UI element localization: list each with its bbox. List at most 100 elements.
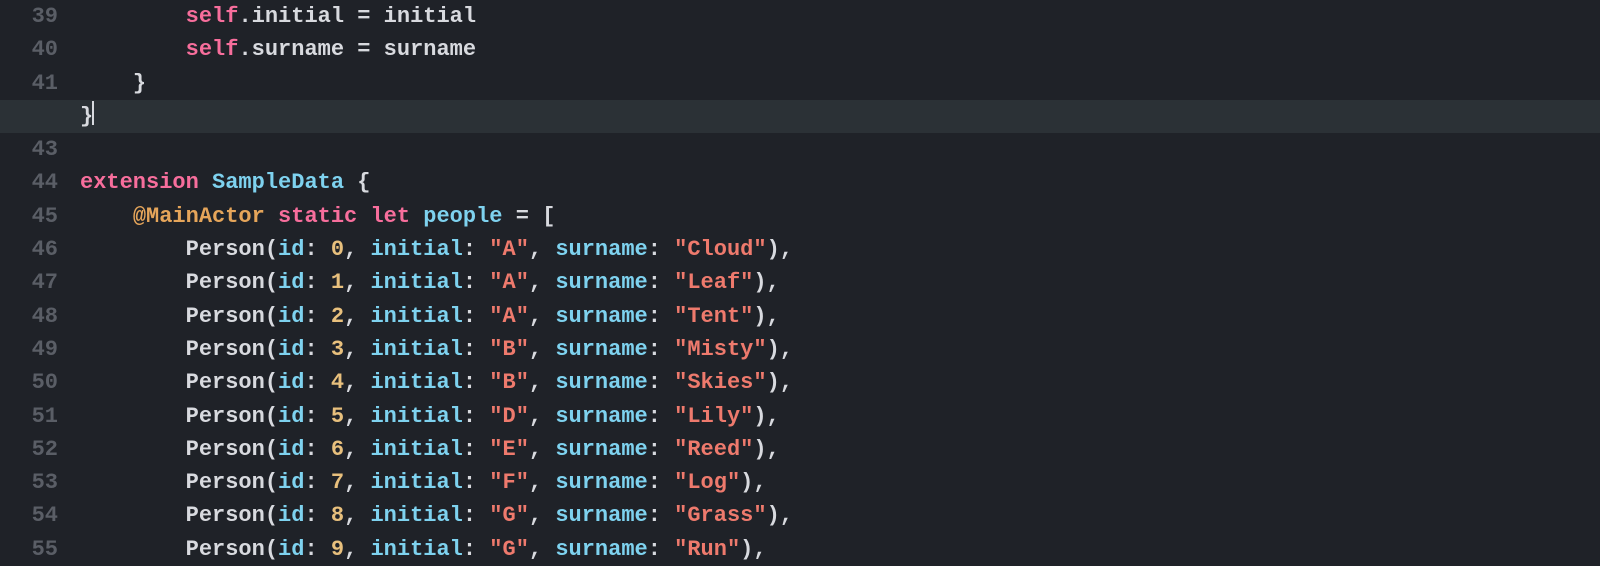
code-line[interactable] xyxy=(68,133,1600,166)
colon: : xyxy=(648,537,674,562)
comma: , xyxy=(344,537,370,562)
brace-close: } xyxy=(133,71,146,96)
code-line[interactable]: Person(id: 8, initial: "G", surname: "Gr… xyxy=(68,499,1600,532)
code-line[interactable]: } xyxy=(68,100,1600,133)
code-line[interactable]: Person(id: 2, initial: "A", surname: "Te… xyxy=(68,300,1600,333)
code-line[interactable]: Person(id: 5, initial: "D", surname: "Li… xyxy=(68,400,1600,433)
number-literal: 3 xyxy=(331,337,344,362)
type-person: Person xyxy=(186,237,265,262)
code-line[interactable]: self.surname = surname xyxy=(68,33,1600,66)
arg-label-id: id xyxy=(278,470,304,495)
line-number: 50 xyxy=(0,366,58,399)
code-line[interactable]: Person(id: 6, initial: "E", surname: "Re… xyxy=(68,433,1600,466)
arg-label-surname: surname xyxy=(555,537,647,562)
string-literal: "G" xyxy=(489,503,529,528)
code-line[interactable]: extension SampleData { xyxy=(68,166,1600,199)
string-literal: "Leaf" xyxy=(674,270,753,295)
number-literal: 6 xyxy=(331,437,344,462)
arg-label-id: id xyxy=(278,237,304,262)
arg-label-initial: initial xyxy=(370,304,462,329)
comma: , xyxy=(344,404,370,429)
code-line[interactable]: Person(id: 0, initial: "A", surname: "Cl… xyxy=(68,233,1600,266)
number-literal: 8 xyxy=(331,503,344,528)
arg-label-id: id xyxy=(278,337,304,362)
string-literal: "A" xyxy=(489,237,529,262)
vertical-scrollbar[interactable] xyxy=(1584,0,1598,560)
colon: : xyxy=(463,270,489,295)
comma: , xyxy=(529,237,555,262)
code-editor[interactable]: 3940414243444546474849505152535455 self.… xyxy=(0,0,1600,560)
identifier-people: people xyxy=(423,204,502,229)
text-cursor xyxy=(92,101,94,125)
code-line[interactable]: self.initial = initial xyxy=(68,0,1600,33)
line-number: 55 xyxy=(0,533,58,566)
line-number: 49 xyxy=(0,333,58,366)
line-number-gutter: 3940414243444546474849505152535455 xyxy=(0,0,68,560)
string-literal: "Reed" xyxy=(674,437,753,462)
code-line[interactable]: Person(id: 4, initial: "B", surname: "Sk… xyxy=(68,366,1600,399)
colon: : xyxy=(463,404,489,429)
colon: : xyxy=(648,270,674,295)
comma: , xyxy=(529,404,555,429)
arg-label-initial: initial xyxy=(370,437,462,462)
arg-label-id: id xyxy=(278,270,304,295)
type-person: Person xyxy=(186,470,265,495)
line-number: 47 xyxy=(0,266,58,299)
line-number: 43 xyxy=(0,133,58,166)
number-literal: 9 xyxy=(331,537,344,562)
rparen-comma: ), xyxy=(767,337,793,362)
string-literal: "Run" xyxy=(674,537,740,562)
arg-label-initial: initial xyxy=(370,237,462,262)
assign: = xyxy=(344,4,384,29)
comma: , xyxy=(529,304,555,329)
code-line[interactable]: @MainActor static let people = [ xyxy=(68,200,1600,233)
colon: : xyxy=(648,404,674,429)
string-literal: "Tent" xyxy=(674,304,753,329)
colon: : xyxy=(648,304,674,329)
keyword-self: self xyxy=(186,37,239,62)
type-person: Person xyxy=(186,404,265,429)
colon: : xyxy=(463,437,489,462)
arg-label-id: id xyxy=(278,503,304,528)
line-number: 41 xyxy=(0,67,58,100)
code-line[interactable]: Person(id: 9, initial: "G", surname: "Ru… xyxy=(68,533,1600,566)
number-literal: 0 xyxy=(331,237,344,262)
colon: : xyxy=(463,337,489,362)
colon: : xyxy=(648,237,674,262)
string-literal: "E" xyxy=(489,437,529,462)
rparen-comma: ), xyxy=(753,304,779,329)
colon: : xyxy=(463,537,489,562)
assign-bracket: = [ xyxy=(503,204,556,229)
line-number: 52 xyxy=(0,433,58,466)
number-literal: 7 xyxy=(331,470,344,495)
property-initial: initial xyxy=(252,4,344,29)
arg-label-surname: surname xyxy=(555,404,647,429)
type-sampledata: SampleData xyxy=(212,170,344,195)
code-line[interactable]: Person(id: 1, initial: "A", surname: "Le… xyxy=(68,266,1600,299)
code-line[interactable]: Person(id: 7, initial: "F", surname: "Lo… xyxy=(68,466,1600,499)
colon: : xyxy=(648,370,674,395)
number-literal: 5 xyxy=(331,404,344,429)
code-area[interactable]: self.initial = initial self.surname = su… xyxy=(68,0,1600,560)
rparen-comma: ), xyxy=(753,404,779,429)
string-literal: "G" xyxy=(489,537,529,562)
comma: , xyxy=(529,337,555,362)
comma: , xyxy=(344,370,370,395)
colon: : xyxy=(463,370,489,395)
keyword-extension: extension xyxy=(80,170,199,195)
colon: : xyxy=(304,270,330,295)
line-number: 45 xyxy=(0,200,58,233)
arg-label-initial: initial xyxy=(370,470,462,495)
type-person: Person xyxy=(186,304,265,329)
rparen-comma: ), xyxy=(767,237,793,262)
line-number: 46 xyxy=(0,233,58,266)
colon: : xyxy=(304,404,330,429)
dot: . xyxy=(238,4,251,29)
code-line[interactable]: Person(id: 3, initial: "B", surname: "Mi… xyxy=(68,333,1600,366)
code-line[interactable]: } xyxy=(68,67,1600,100)
rparen-comma: ), xyxy=(753,270,779,295)
string-literal: "F" xyxy=(489,470,529,495)
rparen-comma: ), xyxy=(767,503,793,528)
line-number: 44 xyxy=(0,166,58,199)
assign: = xyxy=(344,37,384,62)
